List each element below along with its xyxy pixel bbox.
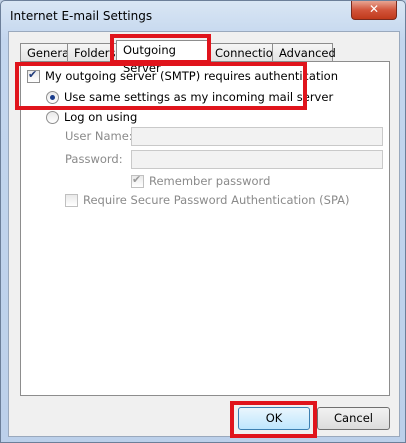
- tab-folders[interactable]: Folders: [67, 43, 118, 62]
- remember-password-checkbox[interactable]: [131, 173, 144, 188]
- remember-password-row[interactable]: Remember password: [131, 173, 271, 188]
- log-on-using-label: Log on using: [64, 110, 138, 124]
- log-on-using-radio[interactable]: [46, 110, 59, 124]
- tab-outgoing-server[interactable]: Outgoing Server: [116, 40, 210, 75]
- same-settings-label: Use same settings as my incoming mail se…: [64, 90, 334, 104]
- smtp-auth-checkbox[interactable]: [27, 68, 40, 83]
- dialog-client-area: General Folders Outgoing Server Connecti…: [8, 31, 400, 437]
- password-field[interactable]: [131, 150, 383, 169]
- log-on-using-row[interactable]: Log on using: [46, 110, 137, 124]
- spa-label: Require Secure Password Authentication (…: [83, 193, 350, 207]
- username-label: User Name:: [65, 129, 133, 143]
- title-bar[interactable]: Internet E-mail Settings ✕: [1, 1, 405, 31]
- smtp-auth-row[interactable]: My outgoing server (SMTP) requires authe…: [27, 68, 338, 83]
- close-icon: ✕: [368, 2, 380, 16]
- tab-general[interactable]: General: [20, 43, 72, 62]
- spa-checkbox[interactable]: [65, 193, 78, 207]
- password-label: Password:: [65, 152, 123, 166]
- remember-password-label: Remember password: [149, 174, 271, 188]
- same-settings-radio[interactable]: [46, 90, 59, 104]
- close-button[interactable]: ✕: [351, 1, 397, 20]
- tab-advanced[interactable]: Advanced: [272, 43, 336, 62]
- ok-button[interactable]: OK: [238, 407, 310, 430]
- cancel-button[interactable]: Cancel: [317, 407, 390, 430]
- window-title: Internet E-mail Settings: [10, 9, 153, 23]
- smtp-auth-label: My outgoing server (SMTP) requires authe…: [45, 69, 338, 83]
- username-field[interactable]: [131, 127, 383, 146]
- tab-connection[interactable]: Connection: [208, 43, 280, 62]
- same-settings-row[interactable]: Use same settings as my incoming mail se…: [46, 90, 333, 104]
- spa-row[interactable]: Require Secure Password Authentication (…: [65, 193, 350, 207]
- dialog-window: Internet E-mail Settings ✕ General Folde…: [0, 0, 406, 443]
- outgoing-server-panel: My outgoing server (SMTP) requires authe…: [20, 61, 390, 396]
